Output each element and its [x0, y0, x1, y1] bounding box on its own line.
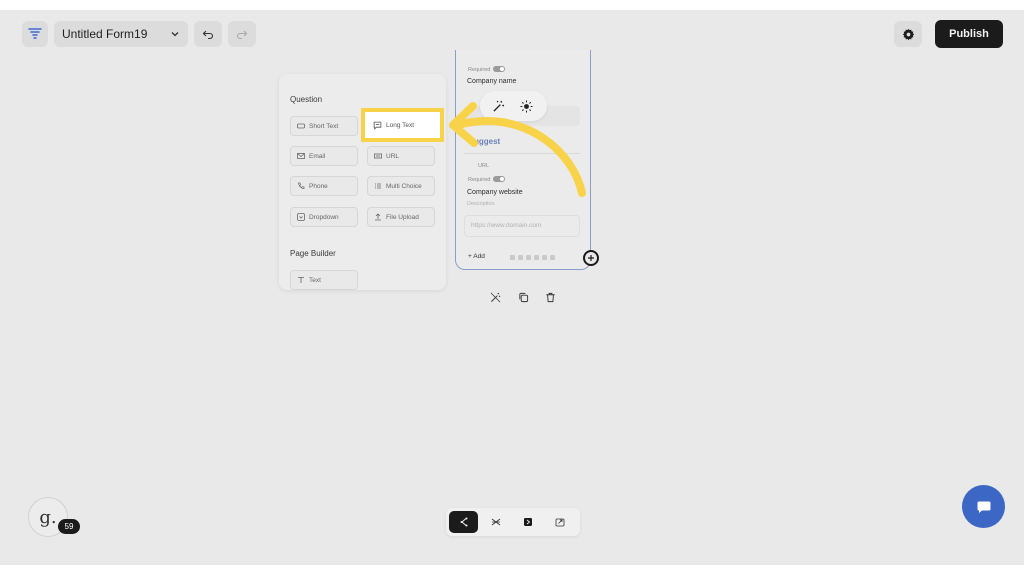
bottom-toolbar: [446, 508, 580, 536]
chat-bubble-icon: [977, 501, 990, 513]
preview-icon: [523, 518, 532, 526]
dropdown-option[interactable]: Dropdown: [290, 207, 358, 227]
field-type-icon[interactable]: [542, 255, 547, 260]
card-ai-button[interactable]: [487, 289, 503, 305]
upload-icon: [375, 213, 381, 221]
funnel-logo-icon: [28, 28, 42, 39]
flow-icon: [460, 517, 467, 527]
short-text-label: Short Text: [309, 122, 339, 130]
dropdown-icon: [297, 213, 305, 221]
long-text-label: Long Text: [386, 121, 415, 129]
field-type-icon[interactable]: [526, 255, 531, 260]
gear-icon: [902, 28, 914, 40]
copy-icon: [518, 292, 528, 302]
text-block-option[interactable]: Text: [290, 270, 358, 290]
text-icon: [298, 277, 304, 283]
logic-icon: [491, 518, 500, 526]
chat-support-button[interactable]: [962, 485, 1005, 528]
form-title-dropdown[interactable]: Untitled Form19: [54, 21, 188, 47]
long-text-icon: [373, 121, 382, 130]
field-type-icon[interactable]: [510, 255, 515, 260]
field-type-icon[interactable]: [534, 255, 539, 260]
tutorial-arrow-icon: [449, 102, 586, 197]
field-input-company-website[interactable]: https://www.domain.com: [464, 215, 580, 237]
chevron-down-icon: [171, 32, 179, 37]
add-field-button[interactable]: + Add: [468, 253, 485, 260]
app-logo[interactable]: [22, 21, 48, 47]
logic-view-button[interactable]: [481, 511, 510, 533]
short-text-option[interactable]: Short Text: [290, 116, 358, 136]
mail-icon: [297, 153, 305, 159]
trash-icon: [545, 292, 555, 302]
page-builder-heading: Page Builder: [290, 249, 336, 258]
duplicate-card-button[interactable]: [515, 289, 531, 305]
short-text-icon: [297, 123, 305, 129]
file-upload-option[interactable]: File Upload: [367, 207, 435, 227]
flow-view-button[interactable]: [449, 511, 478, 533]
form-title: Untitled Form19: [62, 27, 148, 41]
publish-button[interactable]: Publish: [935, 20, 1003, 48]
text-block-label: Text: [309, 276, 321, 284]
multi-choice-option[interactable]: Multi Choice: [367, 176, 435, 196]
app-canvas: Untitled Form19 Publish Question Short T…: [0, 10, 1024, 565]
plus-icon: [588, 255, 594, 261]
url-label: URL: [386, 152, 400, 160]
delete-card-button[interactable]: [542, 289, 558, 305]
email-label: Email: [309, 152, 326, 160]
list-icon: [375, 183, 381, 189]
email-option[interactable]: Email: [290, 146, 358, 166]
undo-icon: [202, 30, 214, 40]
undo-button[interactable]: [194, 21, 222, 47]
insert-field-panel: Question Short Text Email URL Phone Mult…: [279, 74, 446, 290]
required-label: Required: [468, 67, 491, 73]
redo-button[interactable]: [228, 21, 256, 47]
phone-label: Phone: [309, 182, 328, 190]
phone-option[interactable]: Phone: [290, 176, 358, 196]
multi-choice-label: Multi Choice: [386, 182, 422, 190]
url-option[interactable]: URL: [367, 146, 435, 166]
file-upload-label: File Upload: [386, 213, 419, 221]
field-type-icon[interactable]: [518, 255, 523, 260]
redo-icon: [236, 30, 248, 40]
url-icon: [374, 153, 382, 159]
share-button[interactable]: [545, 511, 574, 533]
question-heading: Question: [290, 95, 323, 104]
settings-button[interactable]: [894, 21, 922, 47]
notification-badge: 59: [58, 519, 80, 534]
share-icon: [555, 518, 564, 527]
dropdown-label: Dropdown: [309, 213, 339, 221]
field-type-icon[interactable]: [550, 255, 555, 260]
add-page-button[interactable]: [583, 250, 599, 266]
long-text-option[interactable]: Long Text: [361, 108, 444, 142]
phone-icon: [298, 182, 305, 189]
required-toggle[interactable]: [493, 66, 505, 72]
add-field-types: [510, 255, 555, 260]
field-label-company-name: Company name: [467, 78, 517, 85]
preview-button[interactable]: [513, 511, 542, 533]
wand-slash-icon: [490, 292, 500, 302]
